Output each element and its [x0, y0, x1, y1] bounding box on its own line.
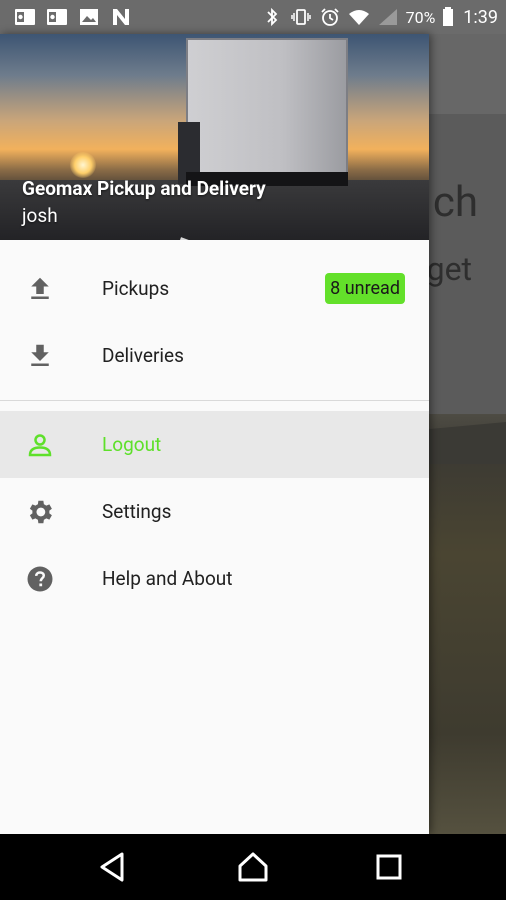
menu-item-label: Help and About: [102, 567, 233, 590]
gear-icon: [24, 496, 56, 528]
status-bar: 70% 1:39: [0, 0, 506, 34]
battery-percent: 70%: [405, 7, 436, 27]
system-nav-bar: [0, 834, 506, 900]
divider: [0, 400, 429, 401]
outlook-icon: [14, 7, 36, 27]
wifi-icon: [348, 7, 370, 27]
outlook-icon: [46, 7, 68, 27]
menu-item-deliveries[interactable]: Deliveries: [0, 322, 429, 389]
sun-image: [70, 152, 96, 178]
app-title: Geomax Pickup and Delivery: [22, 177, 266, 200]
menu-item-help[interactable]: Help and About: [0, 545, 429, 612]
menu-item-label: Deliveries: [102, 344, 184, 367]
navigation-drawer: Geomax Pickup and Delivery josh Pickups …: [0, 34, 429, 834]
signal-icon: [377, 7, 399, 27]
clock: 1:39: [463, 6, 498, 28]
upload-icon: [24, 273, 56, 305]
home-icon[interactable]: [236, 850, 270, 884]
menu-item-settings[interactable]: Settings: [0, 478, 429, 545]
alarm-icon: [319, 7, 341, 27]
background-text: ch: [432, 178, 478, 227]
vibrate-icon: [290, 7, 312, 27]
n-app-icon: [110, 7, 132, 27]
recents-icon[interactable]: [372, 850, 406, 884]
truck-image: [186, 38, 348, 174]
unread-badge: 8 unread: [325, 273, 405, 304]
battery-icon: [442, 7, 454, 27]
person-icon: [24, 429, 56, 461]
menu-item-label: Pickups: [102, 277, 170, 300]
username: josh: [22, 204, 58, 227]
download-icon: [24, 340, 56, 372]
bluetooth-icon: [261, 7, 283, 27]
menu-item-logout[interactable]: Logout: [0, 411, 429, 478]
image-icon: [78, 7, 100, 27]
menu-item-label: Settings: [102, 500, 172, 523]
background-text: get: [426, 250, 472, 288]
menu-item-label: Logout: [102, 433, 162, 456]
help-icon: [24, 563, 56, 595]
back-icon[interactable]: [96, 850, 130, 884]
drawer-header: Geomax Pickup and Delivery josh: [0, 34, 429, 240]
menu-item-pickups[interactable]: Pickups 8 unread: [0, 255, 429, 322]
